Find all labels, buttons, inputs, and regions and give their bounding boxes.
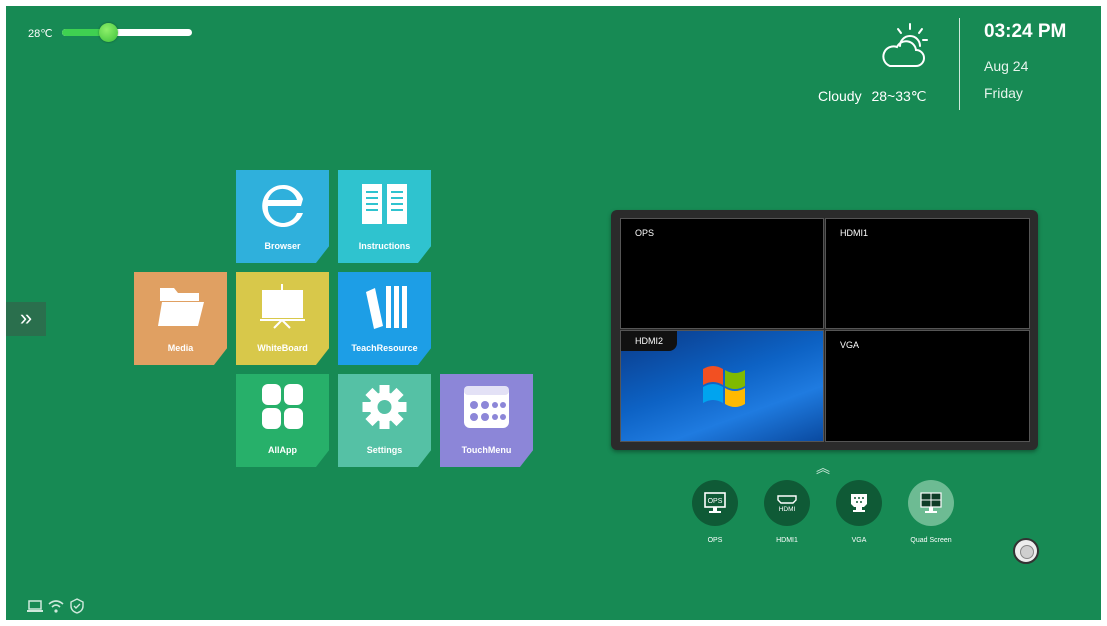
laptop-icon[interactable] <box>26 598 44 614</box>
app-label: Browser <box>264 241 301 251</box>
quad-screen-preview[interactable]: OPS HDMI1 HDMI2 VGA <box>611 210 1038 450</box>
svg-text:OPS: OPS <box>708 498 723 505</box>
preview-pane-hdmi1[interactable]: HDMI1 <box>825 218 1030 329</box>
weather-summary: Cloudy 28~33℃ <box>818 88 927 105</box>
app-label: Instructions <box>358 241 411 251</box>
app-tile-settings[interactable]: Settings <box>338 374 431 467</box>
pane-label: HDMI2 <box>621 331 678 351</box>
grid-icon <box>262 384 303 429</box>
app-tile-teachresource[interactable]: TeachResource <box>338 272 431 365</box>
app-tile-whiteboard[interactable]: WhiteBoard <box>236 272 329 365</box>
hdmi-port-icon: HDMI <box>777 495 797 513</box>
calendar-menu-icon <box>464 386 509 428</box>
clock-day: Friday <box>984 85 1023 101</box>
svg-text:HDMI: HDMI <box>779 506 796 513</box>
preview-pane-hdmi2[interactable]: HDMI2 <box>620 330 824 442</box>
books-icon <box>366 286 407 329</box>
windows-logo-icon <box>703 366 745 407</box>
home-screen: 28℃ Cloudy 28~33℃ 03:24 PM Aug 24 Friday… <box>6 6 1101 620</box>
book-icon <box>362 184 407 224</box>
folder-icon <box>158 288 204 326</box>
preview-pane-vga[interactable]: VGA <box>825 330 1030 442</box>
pane-label: VGA <box>840 340 860 350</box>
source-label: VGA <box>851 537 867 544</box>
source-label: Quad Screen <box>910 537 952 544</box>
app-tile-media[interactable]: Media <box>134 272 227 365</box>
app-label: Media <box>167 343 194 353</box>
source-label: HDMI1 <box>776 537 798 544</box>
app-tile-instructions[interactable]: Instructions <box>338 170 431 263</box>
browser-icon <box>262 185 303 227</box>
gear-icon <box>362 385 407 429</box>
quad-screen-icon <box>920 492 942 513</box>
pane-label: HDMI1 <box>840 228 869 238</box>
app-label: WhiteBoard <box>257 343 308 353</box>
cloudy-icon <box>882 23 928 67</box>
whiteboard-icon <box>260 284 305 329</box>
wifi-icon[interactable] <box>47 598 65 614</box>
floating-menu-button-inner <box>1020 545 1034 559</box>
clock-divider <box>959 18 960 110</box>
temperature-label: 28℃ <box>28 28 53 40</box>
floating-menu-button[interactable] <box>1013 538 1039 564</box>
app-tile-allapp[interactable]: AllApp <box>236 374 329 467</box>
double-chevron-right-icon: » <box>19 305 33 330</box>
weather-temperature-range: 28~33℃ <box>871 88 927 104</box>
source-button-vga[interactable] <box>836 480 882 526</box>
shield-icon[interactable] <box>68 598 86 614</box>
source-button-ops[interactable]: OPS <box>692 480 738 526</box>
clock-date: Aug 24 <box>984 58 1029 74</box>
source-button-hdmi1[interactable]: HDMI <box>764 480 810 526</box>
weather-condition: Cloudy <box>818 88 862 104</box>
clock-time: 03:24 PM <box>984 21 1067 42</box>
pane-label: OPS <box>635 228 655 238</box>
ops-monitor-icon: OPS <box>704 492 726 513</box>
preview-pane-ops[interactable]: OPS <box>620 218 824 329</box>
temperature-slider-knob[interactable] <box>99 23 118 42</box>
temperature-slider[interactable] <box>62 29 192 36</box>
app-label: AllApp <box>268 445 297 455</box>
app-label: TouchMenu <box>461 445 512 455</box>
source-button-quad-screen[interactable] <box>908 480 954 526</box>
app-label: Settings <box>366 445 403 455</box>
app-tile-touchmenu[interactable]: TouchMenu <box>440 374 533 467</box>
source-label: OPS <box>707 537 723 544</box>
vga-port-icon <box>851 494 867 512</box>
app-label: TeachResource <box>351 343 418 353</box>
app-tile-browser[interactable]: Browser <box>236 170 329 263</box>
side-panel-expand-button[interactable]: » <box>6 302 46 336</box>
double-chevron-up-icon[interactable]: ︽ <box>816 458 830 478</box>
